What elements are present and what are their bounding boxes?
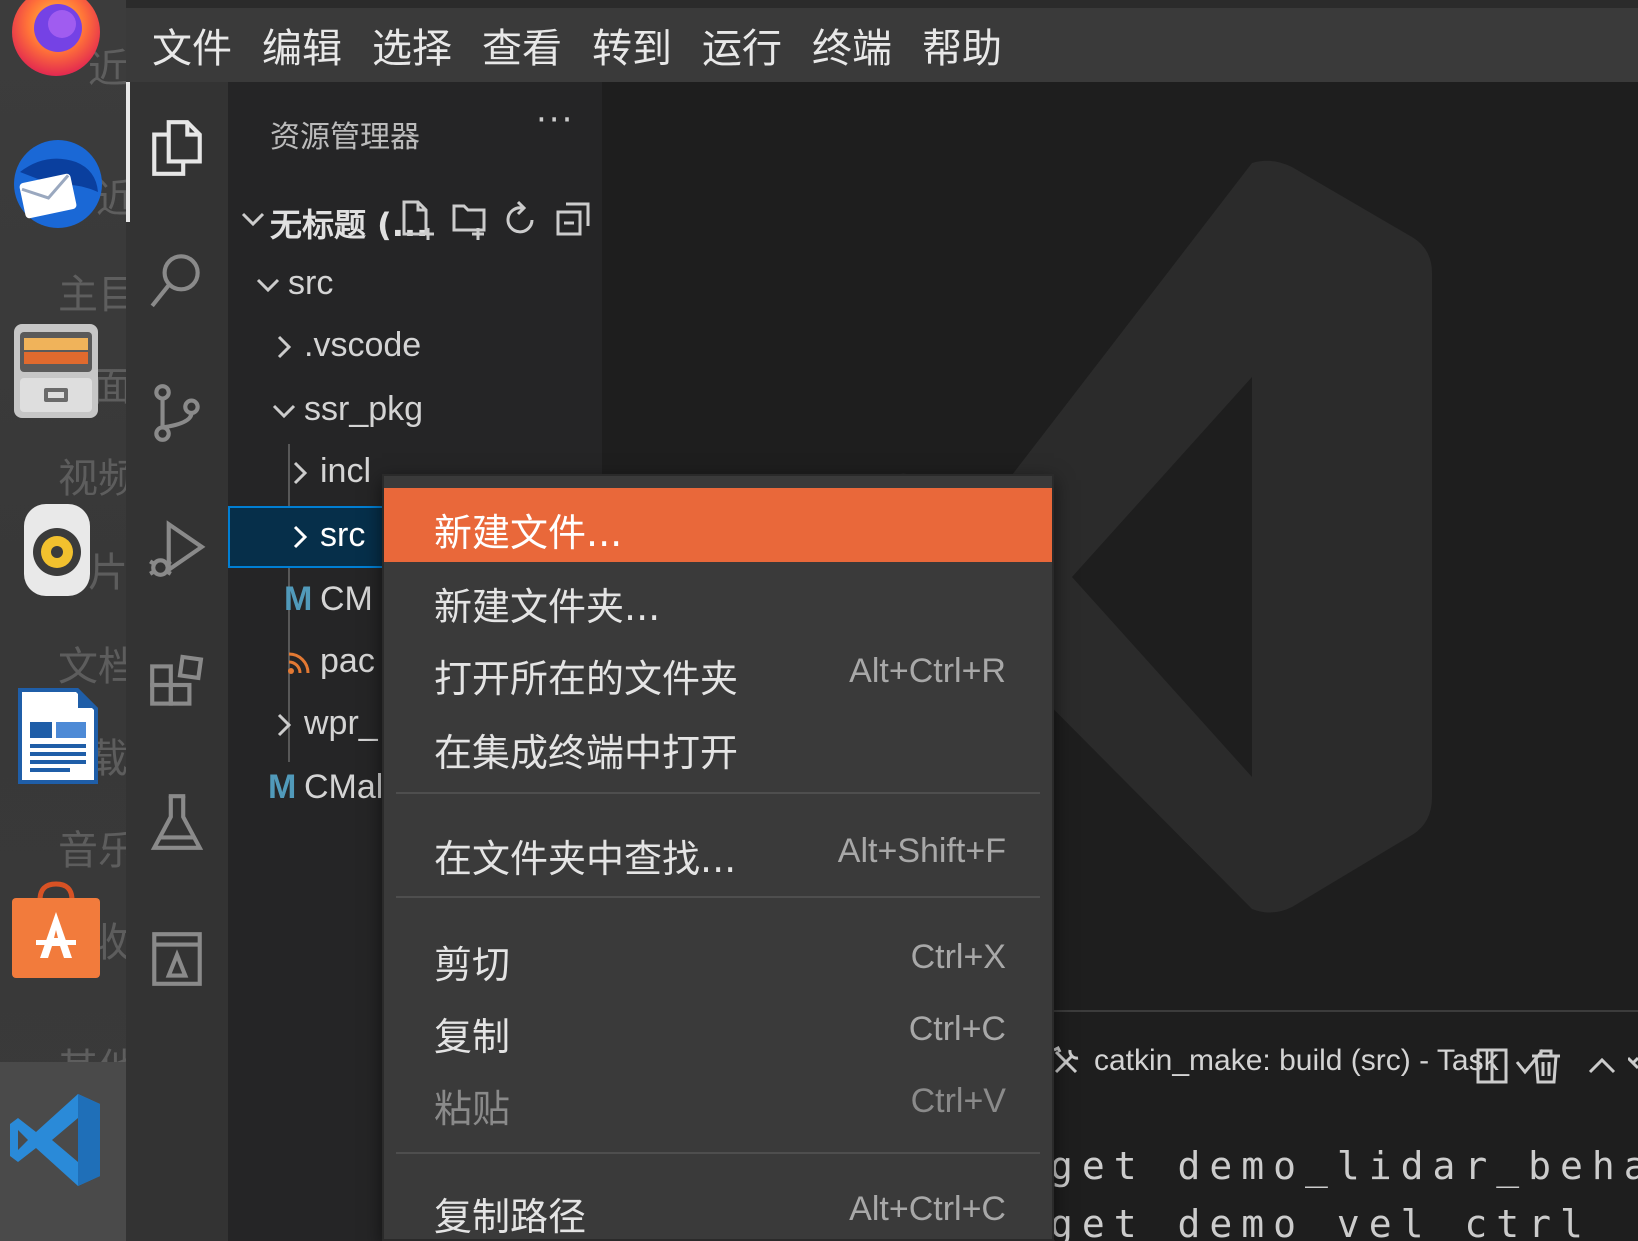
- terminal-line: get demo vel ctrl: [1050, 1202, 1592, 1241]
- menu-item-label: 剪切: [434, 943, 511, 987]
- chevron-right-icon: [277, 713, 292, 737]
- trash-icon[interactable]: [1526, 1046, 1566, 1086]
- tree-label: ssr_pkg: [304, 390, 424, 428]
- new-folder-icon[interactable]: [450, 198, 488, 240]
- chevron-down-icon: [272, 404, 296, 419]
- split-terminal-icon[interactable]: [1472, 1046, 1512, 1086]
- collapse-all-icon[interactable]: [554, 198, 592, 240]
- menu-item-open-in-terminal[interactable]: 在集成终端中打开: [384, 708, 1052, 782]
- extensions-icon[interactable]: [146, 654, 208, 716]
- close-icon[interactable]: [1628, 1046, 1638, 1086]
- cmake-file-icon: M: [284, 580, 313, 618]
- ubuntu-dock: 近 近 主目 面 视频 片 文档 载 音乐 收 其他: [0, 0, 126, 1241]
- menu-item-shortcut: Alt+Ctrl+C: [849, 1190, 1006, 1228]
- vscode-icon[interactable]: [6, 1090, 106, 1190]
- tree-folder-vscode[interactable]: .vscode: [228, 316, 602, 378]
- tree-label: pac: [320, 642, 375, 680]
- menu-item-find-in-folder[interactable]: 在文件夹中查找... Alt+Shift+F: [384, 814, 1052, 888]
- background-label: 视频: [58, 456, 126, 502]
- menu-item-copy-path[interactable]: 复制路径 Alt+Ctrl+C: [384, 1172, 1052, 1241]
- menu-item-new-folder[interactable]: 新建文件夹...: [384, 562, 1052, 636]
- menu-run[interactable]: 运行: [688, 16, 796, 74]
- menu-item-paste[interactable]: 粘贴 Ctrl+V: [384, 1064, 1052, 1138]
- background-label: 主目: [58, 272, 126, 318]
- menu-item-shortcut: Ctrl+X: [910, 938, 1006, 976]
- rhythmbox-icon[interactable]: [6, 500, 106, 600]
- chevron-right-icon: [293, 461, 308, 485]
- tree-label: CM: [320, 580, 373, 618]
- tree-label: .vscode: [304, 326, 422, 364]
- testing-icon[interactable]: [146, 792, 208, 854]
- chevron-right-icon: [277, 335, 292, 359]
- menu-help[interactable]: 帮助: [908, 16, 1016, 74]
- screen: 近 近 主目 面 视频 片 文档 载 音乐 收 其他: [0, 0, 1638, 1241]
- menu-separator: [396, 1152, 1040, 1154]
- explorer-title: 资源管理器: [270, 120, 420, 155]
- menu-item-label: 在集成终端中打开: [434, 731, 739, 775]
- background-label: 文档: [58, 644, 126, 690]
- explorer-actions: [398, 198, 592, 240]
- firefox-icon[interactable]: [6, 0, 106, 80]
- menu-item-copy[interactable]: 复制 Ctrl+C: [384, 992, 1052, 1066]
- chevron-down-icon: [256, 278, 280, 293]
- tree-label: CMal: [304, 768, 384, 806]
- cmake-file-icon: M: [268, 768, 297, 806]
- menu-item-cut[interactable]: 剪切 Ctrl+X: [384, 920, 1052, 994]
- chevron-down-icon: [241, 212, 265, 227]
- tools-icon: [1053, 1045, 1079, 1074]
- menu-separator: [396, 896, 1040, 898]
- chevron-right-icon: [293, 525, 308, 549]
- menu-separator: [396, 792, 1040, 794]
- background-label: 音乐: [58, 828, 126, 874]
- menu-item-label: 在文件夹中查找...: [434, 837, 737, 881]
- menu-item-label: 粘贴: [434, 1087, 511, 1131]
- source-control-icon[interactable]: [146, 382, 208, 444]
- menu-view[interactable]: 查看: [468, 16, 576, 74]
- thunderbird-icon[interactable]: [6, 132, 106, 232]
- task-label: catkin_make: build (src) - Task: [1094, 1044, 1499, 1077]
- tree-label: src: [320, 516, 366, 554]
- menu-item-label: 新建文件...: [434, 511, 623, 555]
- menu-item-shortcut: Ctrl+V: [910, 1082, 1006, 1120]
- menubar: 文件 编辑 选择 查看 转到 运行 终端 帮助: [126, 0, 1638, 82]
- activity-bar: [126, 82, 228, 1241]
- menu-terminal[interactable]: 终端: [798, 16, 906, 74]
- menu-item-label: 新建文件夹...: [434, 585, 661, 629]
- files-icon[interactable]: [6, 320, 106, 420]
- tree-folder-src[interactable]: src: [228, 254, 602, 316]
- menu-selection[interactable]: 选择: [358, 16, 466, 74]
- more-actions-button[interactable]: ···: [536, 100, 574, 140]
- libreoffice-writer-icon[interactable]: [6, 686, 106, 786]
- menu-file[interactable]: 文件: [138, 16, 246, 74]
- remote-explorer-icon[interactable]: [146, 928, 208, 990]
- ubuntu-software-icon[interactable]: [6, 880, 106, 980]
- search-icon[interactable]: [146, 248, 208, 310]
- menu-edit[interactable]: 编辑: [248, 16, 356, 74]
- tree-label: incl: [320, 452, 372, 490]
- menu-item-reveal-in-folder[interactable]: 打开所在的文件夹 Alt+Ctrl+R: [384, 634, 1052, 708]
- tree-label: src: [288, 264, 334, 302]
- menu-item-shortcut: Alt+Ctrl+R: [849, 652, 1006, 690]
- tree-folder-ssr-pkg[interactable]: ssr_pkg: [228, 380, 602, 442]
- context-menu: 新建文件... 新建文件夹... 打开所在的文件夹 Alt+Ctrl+R 在集成…: [382, 474, 1054, 1241]
- menu-go[interactable]: 转到: [578, 16, 686, 74]
- new-file-icon[interactable]: [398, 198, 436, 240]
- chevron-up-icon[interactable]: [1582, 1046, 1622, 1086]
- workspace-header[interactable]: 无标题 (...: [228, 192, 602, 248]
- menu-item-label: 复制: [434, 1015, 511, 1059]
- tree-label: wpr_: [304, 704, 378, 742]
- menu-item-label: 复制路径: [434, 1195, 587, 1239]
- active-view-indicator: [126, 82, 130, 222]
- menu-item-shortcut: Ctrl+C: [908, 1010, 1006, 1048]
- refresh-icon[interactable]: [502, 198, 540, 240]
- menu-item-new-file[interactable]: 新建文件...: [384, 488, 1052, 562]
- menu-item-shortcut: Alt+Shift+F: [837, 832, 1006, 870]
- rss-file-icon: [288, 652, 310, 674]
- explorer-icon[interactable]: [146, 116, 208, 178]
- run-debug-icon[interactable]: [146, 518, 208, 580]
- terminal-line: get demo_lidar_behavior: [1050, 1144, 1638, 1188]
- menu-item-label: 打开所在的文件夹: [434, 657, 739, 701]
